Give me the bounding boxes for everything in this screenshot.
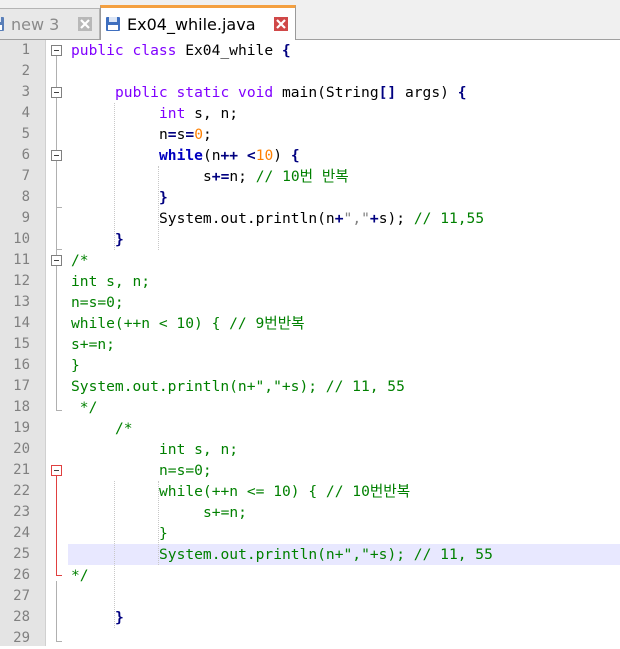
code-line-19: /*: [115, 420, 133, 437]
code-editor[interactable]: 1 2 3 4 5 6 7 8 9 10 11 12 13 14 15 16 1…: [0, 40, 620, 646]
line-number: 3: [21, 84, 30, 100]
tab-label: new 3: [11, 14, 60, 34]
code-line-9: System.out.println(n+","+s); // 11,55: [159, 210, 485, 227]
code-line-13: n=s=0;: [71, 294, 124, 311]
line-number: 11: [13, 252, 30, 268]
code-line-3: public static void main(String[] args) {: [115, 84, 467, 101]
code-line-14: while(++n < 10) { // 9번반복: [71, 315, 305, 332]
line-number: 20: [13, 441, 30, 457]
line-number: 23: [13, 504, 30, 520]
fold-toggle-icon[interactable]: [51, 465, 62, 476]
fold-toggle-icon[interactable]: [51, 150, 62, 161]
close-icon[interactable]: [77, 16, 93, 32]
line-number-gutter: 1 2 3 4 5 6 7 8 9 10 11 12 13 14 15 16 1…: [0, 40, 46, 646]
line-number: 24: [13, 525, 30, 541]
code-line-1: public class Ex04_while {: [71, 42, 291, 59]
code-line-24: }: [159, 525, 168, 542]
code-line-20: int s, n;: [159, 441, 239, 458]
code-area[interactable]: public class Ex04_while { public static …: [68, 40, 620, 646]
code-line-5: n=s=0;: [159, 126, 212, 143]
tab-new-3[interactable]: new 3: [0, 8, 100, 39]
code-line-10: }: [115, 231, 124, 248]
code-line-21: n=s=0;: [159, 462, 212, 479]
code-line-15: s+=n;: [71, 336, 115, 353]
close-icon[interactable]: [273, 16, 289, 32]
tab-ex04-while[interactable]: Ex04_while.java: [100, 5, 296, 40]
line-number: 18: [13, 399, 30, 415]
code-line-8: }: [159, 189, 168, 206]
code-line-12: int s, n;: [71, 273, 151, 290]
code-line-6: while(n++ <10) {: [159, 147, 300, 164]
line-number: 28: [13, 609, 30, 625]
line-number: 6: [21, 147, 30, 163]
save-disk-icon: [106, 17, 120, 31]
code-line-22: while(++n <= 10) { // 10번반복: [159, 483, 411, 500]
line-number: 27: [13, 588, 30, 604]
line-number: 4: [21, 105, 30, 121]
code-line-7: s+=n; // 10번 반복: [203, 168, 349, 185]
line-number: 16: [13, 357, 30, 373]
code-line-23: s+=n;: [203, 504, 247, 521]
code-line-28: }: [115, 609, 124, 626]
line-number: 5: [21, 126, 30, 142]
tab-label: Ex04_while.java: [127, 14, 256, 34]
fold-margin: [46, 40, 68, 646]
line-number: 9: [21, 210, 30, 226]
line-number: 19: [13, 420, 30, 436]
save-disk-icon: [0, 17, 4, 31]
line-number: 14: [13, 315, 30, 331]
fold-toggle-icon[interactable]: [51, 87, 62, 98]
code-line-17: System.out.println(n+","+s); // 11, 55: [71, 378, 405, 395]
code-line-26: */: [71, 567, 89, 584]
line-number: 25: [13, 546, 30, 562]
line-number: 17: [13, 378, 30, 394]
code-line-4: int s, n;: [159, 105, 239, 122]
code-line-16: }: [71, 357, 80, 374]
line-number: 26: [13, 567, 30, 583]
tab-bar: new 3 Ex04_while.java: [0, 0, 620, 40]
code-line-18: */: [71, 399, 98, 416]
line-number: 21: [13, 462, 30, 478]
fold-toggle-icon[interactable]: [51, 255, 62, 266]
line-number: 12: [13, 273, 30, 289]
line-number: 15: [13, 336, 30, 352]
code-line-25: System.out.println(n+","+s); // 11, 55: [159, 546, 493, 563]
line-number: 1: [21, 42, 30, 58]
line-number: 2: [21, 63, 30, 79]
line-number: 8: [21, 189, 30, 205]
line-number: 10: [13, 231, 30, 247]
line-number: 7: [21, 168, 30, 184]
code-line-11: /*: [71, 252, 89, 269]
fold-toggle-icon[interactable]: [51, 45, 62, 56]
line-number: 22: [13, 483, 30, 499]
line-number: 13: [13, 294, 30, 310]
